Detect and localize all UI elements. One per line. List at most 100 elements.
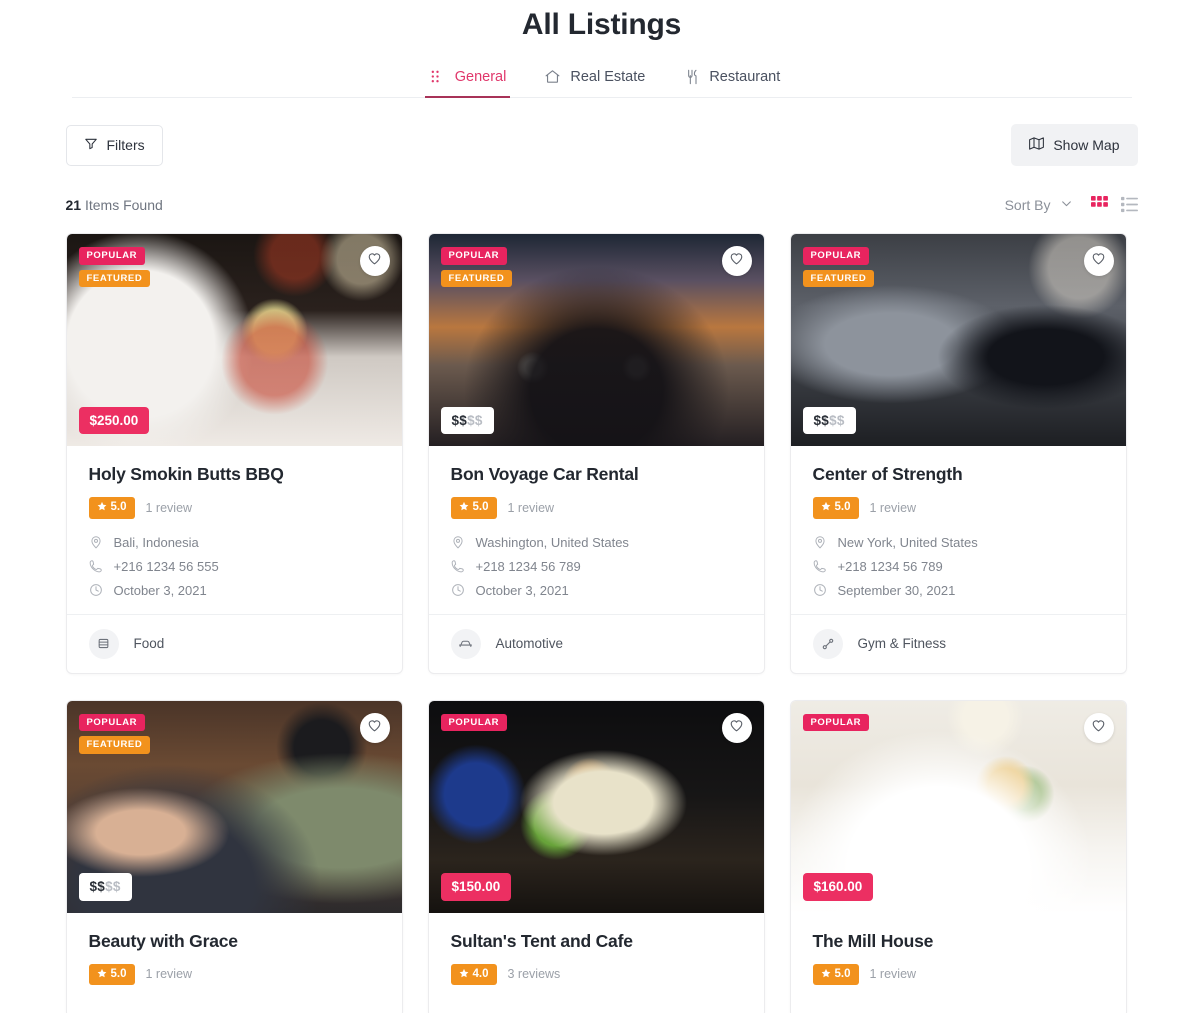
- price-tag: $160.00: [802, 873, 874, 901]
- listing-card[interactable]: POPULAR FEATURED $$$$ Bon Voyage Car Rent…: [427, 233, 765, 674]
- favorite-button[interactable]: [359, 712, 390, 743]
- heart-icon: [367, 718, 382, 738]
- listing-image[interactable]: POPULAR FEATURED $250.00: [66, 234, 402, 446]
- listing-title[interactable]: Holy Smokin Butts BBQ: [89, 464, 380, 485]
- listing-card[interactable]: POPULAR FEATURED $250.00 Holy Smokin Butt…: [65, 233, 403, 674]
- listing-image[interactable]: POPULAR $150.00: [428, 700, 764, 913]
- heart-icon: [729, 718, 744, 738]
- clock-icon: [813, 583, 827, 597]
- grid-view-icon[interactable]: [1090, 196, 1108, 213]
- listing-category[interactable]: Food: [66, 613, 402, 673]
- listing-meta: Washington, United States +218 1234 56 78…: [451, 535, 742, 598]
- phone-text: +218 1234 56 789: [837, 558, 943, 574]
- phone-text: +216 1234 56 555: [113, 558, 219, 574]
- favorite-button[interactable]: [721, 246, 752, 276]
- listing-title[interactable]: Bon Voyage Car Rental: [451, 464, 742, 485]
- listings-grid: POPULAR FEATURED $250.00 Holy Smokin Butt…: [65, 233, 1138, 1013]
- favorite-button[interactable]: [359, 246, 390, 276]
- listing-card[interactable]: POPULAR $160.00 The Mill House 5.0 1 rev…: [789, 699, 1127, 1013]
- listing-category[interactable]: Gym & Fitness: [790, 613, 1126, 673]
- car-icon: [450, 628, 481, 659]
- rating-badge: 5.0: [450, 497, 497, 519]
- listing-body: Bon Voyage Car Rental 5.0 1 review Washi…: [429, 446, 764, 614]
- filters-label: Filters: [106, 137, 145, 153]
- favorite-button[interactable]: [1083, 712, 1114, 743]
- star-icon: [821, 501, 831, 515]
- listing-card[interactable]: POPULAR $150.00 Sultan's Tent and Cafe 4…: [427, 699, 765, 1013]
- listing-card[interactable]: POPULAR FEATURED $$$$ Center of Strength …: [789, 233, 1127, 674]
- phone-icon: [813, 559, 827, 573]
- review-count: 1 review: [507, 500, 555, 515]
- price-tag: $250.00: [78, 406, 150, 434]
- listing-image[interactable]: POPULAR FEATURED $$$$: [428, 234, 764, 446]
- listing-date: September 30, 2021: [813, 583, 1104, 598]
- grid-dots-icon: [429, 68, 446, 85]
- tab-general[interactable]: General: [424, 62, 510, 98]
- listing-title[interactable]: The Mill House: [813, 931, 1104, 952]
- sort-by-dropdown[interactable]: Sort By: [1005, 197, 1073, 213]
- home-icon: [544, 68, 561, 85]
- listing-title[interactable]: Beauty with Grace: [89, 931, 380, 952]
- listing-image[interactable]: POPULAR $160.00: [790, 700, 1126, 913]
- rating-badge: 5.0: [88, 497, 135, 519]
- listing-badges: POPULAR: [802, 713, 870, 731]
- listing-rating-row: 5.0 1 review: [812, 963, 1104, 985]
- listing-body: Beauty with Grace 5.0 1 review: [67, 913, 402, 1013]
- rating-value: 4.0: [472, 967, 489, 980]
- price-range-tag: $$$$: [78, 873, 132, 901]
- location-text: Washington, United States: [475, 534, 629, 550]
- rating-badge: 5.0: [812, 497, 859, 519]
- price-range-active: $$: [451, 412, 468, 428]
- star-icon: [459, 968, 469, 982]
- badge-popular: POPULAR: [78, 247, 146, 265]
- listing-date: October 3, 2021: [451, 583, 742, 598]
- listing-title[interactable]: Sultan's Tent and Cafe: [451, 931, 742, 952]
- rating-value: 5.0: [110, 967, 127, 980]
- tab-label: Restaurant: [709, 68, 781, 85]
- sort-by-label: Sort By: [1004, 196, 1051, 213]
- clock-icon: [89, 583, 103, 597]
- listing-category[interactable]: Automotive: [428, 613, 764, 673]
- listing-title[interactable]: Center of Strength: [813, 464, 1104, 485]
- listing-body: The Mill House 5.0 1 review: [791, 913, 1126, 1013]
- rating-value: 5.0: [472, 501, 489, 513]
- phone-icon: [89, 559, 103, 573]
- category-label: Gym & Fitness: [857, 636, 947, 651]
- listing-location: New York, United States: [813, 535, 1104, 550]
- tab-label: Real Estate: [570, 68, 646, 85]
- listing-image[interactable]: POPULAR FEATURED $$$$: [66, 700, 402, 913]
- food-icon: [88, 628, 119, 659]
- pin-icon: [451, 535, 465, 549]
- listing-card[interactable]: POPULAR FEATURED $$$$ Beauty with Grace 5…: [65, 699, 403, 1013]
- listing-badges: POPULAR: [440, 713, 508, 731]
- favorite-button[interactable]: [1083, 246, 1114, 276]
- favorite-button[interactable]: [721, 712, 752, 743]
- map-icon: [1029, 136, 1045, 154]
- listing-badges: POPULAR FEATURED: [440, 247, 513, 287]
- phone-text: +218 1234 56 789: [475, 558, 581, 574]
- listing-body: Sultan's Tent and Cafe 4.0 3 reviews: [429, 913, 764, 1013]
- listing-rating-row: 5.0 1 review: [450, 497, 742, 519]
- listing-phone: +218 1234 56 789: [813, 559, 1104, 574]
- heart-icon: [367, 251, 382, 271]
- badge-popular: POPULAR: [802, 713, 870, 731]
- filters-button[interactable]: Filters: [65, 124, 163, 166]
- location-text: New York, United States: [837, 534, 978, 550]
- heart-icon: [729, 251, 744, 271]
- tab-real-estate[interactable]: Real Estate: [542, 62, 647, 97]
- badge-popular: POPULAR: [440, 247, 508, 265]
- items-found: 21 Items Found: [66, 197, 163, 213]
- category-label: Automotive: [495, 636, 564, 651]
- heart-icon: [1091, 718, 1106, 738]
- review-count: 1 review: [869, 500, 917, 515]
- listing-rating-row: 5.0 1 review: [88, 497, 380, 519]
- list-view-icon[interactable]: [1120, 196, 1138, 213]
- show-map-button[interactable]: Show Map: [1011, 124, 1138, 166]
- funnel-icon: [84, 137, 98, 154]
- listing-image[interactable]: POPULAR FEATURED $$$$: [790, 234, 1126, 446]
- price-range-active: $$: [813, 412, 830, 428]
- items-found-label: Items Found: [84, 196, 163, 213]
- review-count: 1 review: [145, 967, 193, 982]
- tab-restaurant[interactable]: Restaurant: [681, 62, 782, 97]
- heart-icon: [1091, 251, 1106, 271]
